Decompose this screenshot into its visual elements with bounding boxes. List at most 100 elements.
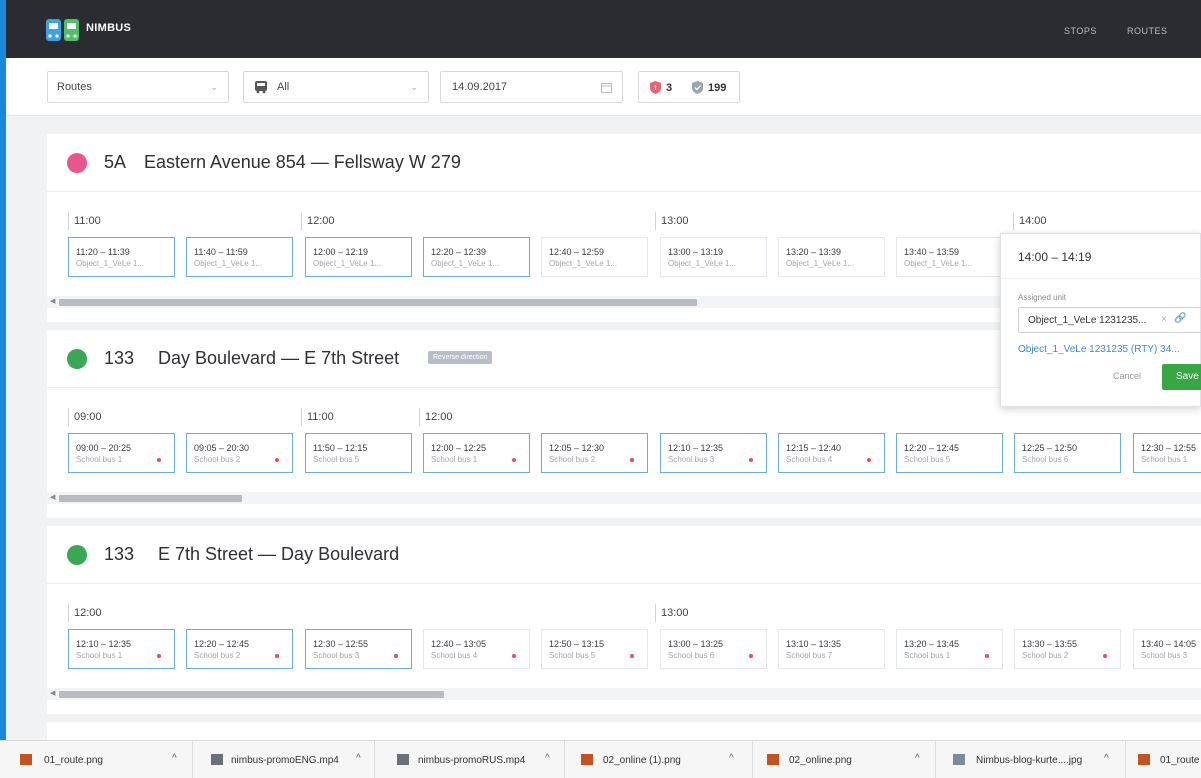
trip-cell[interactable]: 13:40 – 13:59 Object_1_VeLe 1... — [896, 237, 1003, 277]
download-item[interactable]: 02_online (1).png ^ — [565, 741, 753, 778]
trip-cell[interactable]: 13:00 – 13:19 Object_1_VeLe 1... — [660, 237, 767, 277]
trip-cell[interactable]: 12:10 – 12:35 School bus 1 — [68, 629, 175, 669]
trip-cell[interactable]: 13:40 – 14:05 School bus 3 — [1133, 629, 1201, 669]
link-icon[interactable]: 🔗 — [1174, 313, 1186, 324]
trip-cell[interactable]: 12:05 – 12:30 School bus 2 — [541, 433, 648, 473]
scroll-thumb[interactable] — [59, 691, 444, 698]
trip-unit: Object_1_VeLe 1... — [668, 259, 737, 268]
clear-icon[interactable]: × — [1161, 314, 1167, 325]
chevron-up-icon[interactable]: ^ — [356, 753, 361, 764]
route-header: 133 E 7th Street — Day Boulevard — [47, 526, 1201, 584]
trip-time: 12:40 – 13:05 — [431, 639, 487, 649]
chevron-up-icon[interactable]: ^ — [729, 753, 734, 764]
video-file-icon — [397, 754, 409, 765]
brand-name: NIMBUS — [86, 22, 132, 34]
trip-cell[interactable]: 13:00 – 13:25 School bus 6 — [660, 629, 767, 669]
trip-time: 09:00 – 20:25 — [76, 443, 132, 453]
trip-cell[interactable]: 12:10 – 12:35 School bus 3 — [660, 433, 767, 473]
save-button[interactable]: Save — [1162, 364, 1201, 390]
trip-unit: School bus 6 — [1022, 455, 1069, 464]
nimbus-logo-icon[interactable] — [46, 17, 80, 43]
chevron-up-icon[interactable]: ^ — [915, 753, 920, 764]
horizontal-scrollbar[interactable]: ◀ — [47, 688, 1201, 700]
alert-dot-icon — [157, 458, 161, 462]
assigned-unit-input[interactable]: Object_1_VeLe 1231235... × 🔗 — [1018, 307, 1201, 333]
trip-unit: School bus 3 — [1141, 651, 1188, 660]
trip-unit: School bus 2 — [194, 455, 241, 464]
hour-label: 14:00 — [1013, 212, 1047, 230]
chevron-up-icon[interactable]: ^ — [545, 753, 550, 764]
download-item[interactable]: nimbus-promoENG.mp4 ^ — [193, 741, 375, 778]
download-item[interactable]: 01_route.png ^ — [0, 741, 193, 778]
scroll-thumb[interactable] — [59, 299, 697, 306]
trip-time: 09:05 – 20:30 — [194, 443, 250, 453]
trip-cell[interactable]: 09:00 – 20:25 School bus 1 — [68, 433, 175, 473]
route-name: E 7th Street — Day Boulevard — [158, 544, 400, 564]
chevron-down-icon: ⌄ — [210, 82, 218, 92]
trip-unit: School bus 2 — [549, 455, 596, 464]
trip-time: 11:40 – 11:59 — [194, 247, 248, 257]
unit-option[interactable]: Object_1_VeLe 1231235 (RTY) 34... — [1018, 344, 1180, 355]
trip-cell[interactable]: 12:20 – 12:45 School bus 2 — [186, 629, 293, 669]
horizontal-scrollbar[interactable]: ◀ — [47, 492, 1201, 504]
video-file-icon — [211, 754, 223, 765]
ok-count: 199 — [708, 82, 727, 94]
trip-cell[interactable]: 13:20 – 13:45 School bus 1 — [896, 629, 1003, 669]
cancel-button[interactable]: Cancel — [1113, 371, 1141, 381]
trip-cell[interactable]: 11:20 – 11:39 Object_1_VeLe 1... — [68, 237, 175, 277]
chevron-up-icon[interactable]: ^ — [1104, 753, 1109, 764]
jpg-file-icon — [953, 754, 965, 765]
trip-cell[interactable]: 12:40 – 12:59 Object_1_VeLe 1... — [541, 237, 648, 277]
trip-unit: School bus 1 — [1141, 455, 1188, 464]
trip-cell[interactable]: 13:20 – 13:39 Object_1_VeLe 1... — [778, 237, 885, 277]
bus-icon — [255, 81, 267, 94]
download-item[interactable]: nimbus-promoRUS.mp4 ^ — [375, 741, 565, 778]
trip-cell[interactable]: 12:00 – 12:25 School bus 1 — [423, 433, 530, 473]
trip-cell[interactable]: 12:25 – 12:50 School bus 6 — [1014, 433, 1121, 473]
trip-cell[interactable]: 12:40 – 13:05 School bus 4 — [423, 629, 530, 669]
trip-time: 12:30 – 12:55 — [313, 639, 369, 649]
trip-unit: Object_1_VeLe 1... — [313, 259, 382, 268]
date-picker[interactable]: 14.09.2017 — [440, 71, 623, 103]
trip-cell[interactable]: 12:15 – 12:40 School bus 4 — [778, 433, 885, 473]
scroll-thumb[interactable] — [59, 495, 242, 502]
vehicle-select[interactable]: All ⌄ — [243, 71, 429, 103]
trip-time: 13:20 – 13:39 — [786, 247, 842, 257]
chevron-up-icon[interactable]: ^ — [172, 753, 177, 764]
trip-unit: School bus 1 — [904, 651, 951, 660]
reverse-direction-badge[interactable]: Reverse direction — [428, 351, 493, 364]
scroll-left-icon[interactable]: ◀ — [50, 297, 55, 305]
scroll-left-icon[interactable]: ◀ — [50, 689, 55, 697]
trip-time: 12:10 – 12:35 — [668, 443, 724, 453]
trip-cell[interactable]: 11:50 – 12:15 School bus 5 — [305, 433, 412, 473]
trip-cell[interactable]: 12:20 – 12:45 School bus 5 — [896, 433, 1003, 473]
trip-unit: School bus 6 — [668, 651, 715, 660]
trip-cell[interactable]: 12:50 – 13:15 School bus 5 — [541, 629, 648, 669]
hour-label: 11:00 — [68, 212, 101, 230]
trip-time: 12:20 – 12:45 — [904, 443, 960, 453]
trip-cell[interactable]: 13:10 – 13:35 School bus 7 — [778, 629, 885, 669]
trip-cell[interactable]: 12:00 – 12:19 Object_1_VeLe 1... — [305, 237, 412, 277]
nav-stops[interactable]: STOPS — [1064, 26, 1097, 36]
download-item[interactable]: 01_route — [1126, 741, 1201, 778]
bus-route-icon — [67, 545, 87, 565]
assigned-unit-value: Object_1_VeLe 1231235... — [1028, 315, 1147, 326]
trip-unit: School bus 3 — [313, 651, 360, 660]
trip-unit: School bus 2 — [1022, 651, 1069, 660]
trip-cell[interactable]: 13:30 – 13:55 School bus 2 — [1014, 629, 1121, 669]
status-badges[interactable]: ! 3 199 — [638, 71, 740, 103]
trip-cell[interactable]: 12:30 – 12:55 School bus 3 — [305, 629, 412, 669]
trip-cell[interactable]: 11:40 – 11:59 Object_1_VeLe 1... — [186, 237, 293, 277]
trip-cell[interactable]: 12:20 – 12:39 Object_1_VeLe 1... — [423, 237, 530, 277]
trip-unit: School bus 5 — [904, 455, 951, 464]
routes-select[interactable]: Routes ⌄ — [47, 71, 229, 103]
download-item[interactable]: Nimbus-blog-kurte....jpg ^ — [936, 741, 1126, 778]
nav-routes[interactable]: ROUTES — [1127, 26, 1168, 36]
download-item[interactable]: 02_online.png ^ — [753, 741, 936, 778]
scroll-left-icon[interactable]: ◀ — [50, 493, 55, 501]
filter-bar: Routes ⌄ All ⌄ 14.09.2017 ! 3 199 — [6, 58, 1201, 116]
trip-cell[interactable]: 09:05 – 20:30 School bus 2 — [186, 433, 293, 473]
trip-cell[interactable]: 12:30 – 12:55 School bus 1 — [1133, 433, 1201, 473]
trip-time: 13:00 – 13:25 — [668, 639, 724, 649]
bus-route-icon — [67, 349, 87, 369]
